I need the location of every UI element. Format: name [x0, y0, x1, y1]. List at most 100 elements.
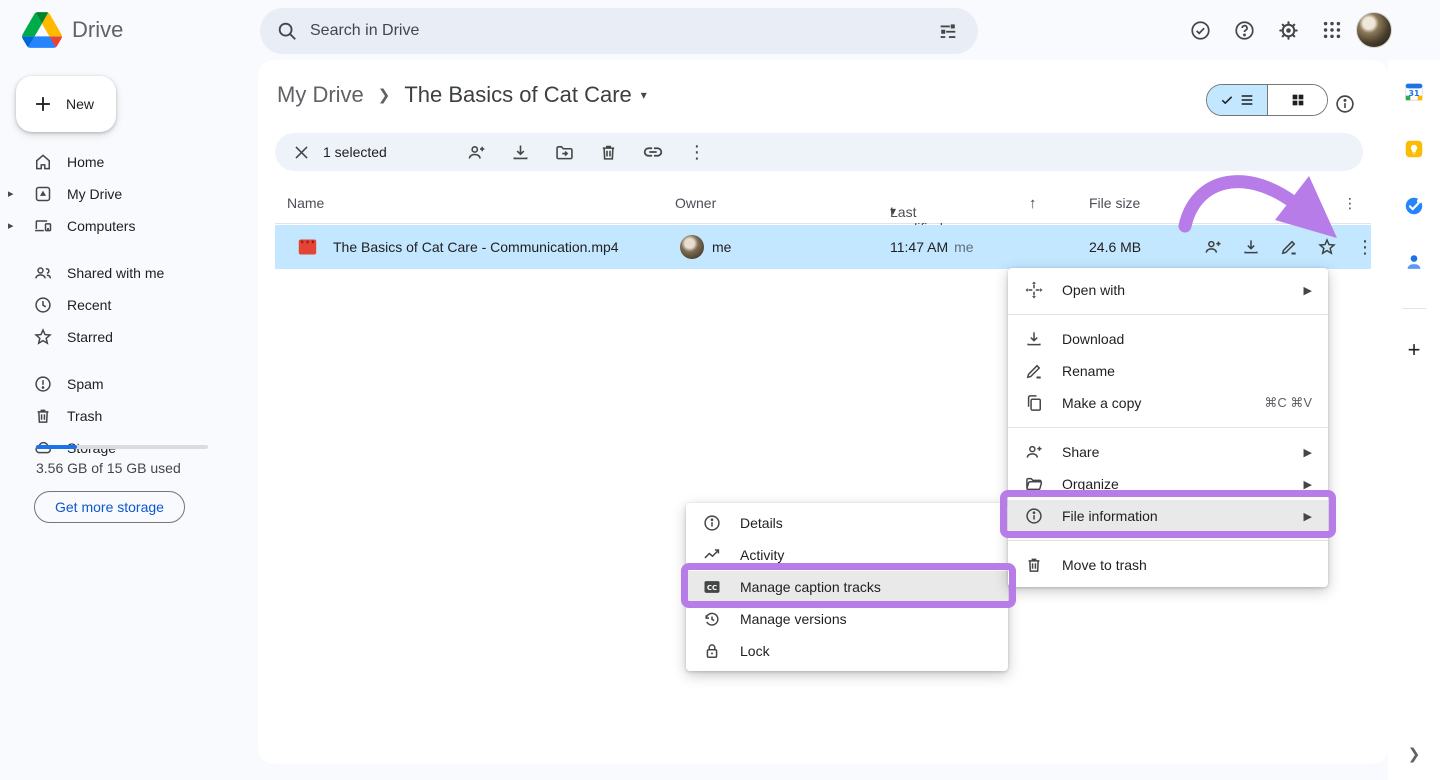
- trash-icon: [33, 406, 53, 426]
- row-hover-actions: ⋮: [1195, 229, 1383, 265]
- get-more-storage-button[interactable]: Get more storage: [34, 491, 185, 523]
- sidebar-item-shared-with-me[interactable]: Shared with me: [0, 257, 258, 289]
- search-input[interactable]: [310, 22, 928, 40]
- sidebar-item-label: Home: [67, 154, 104, 170]
- menu-item-open-with[interactable]: Open with ▶: [1008, 274, 1328, 306]
- sidebar-item-recent[interactable]: Recent: [0, 289, 258, 321]
- search-icon[interactable]: [276, 20, 298, 42]
- menu-item-rename[interactable]: Rename: [1008, 355, 1328, 387]
- file-context-menu: Open with ▶ Download Rename Make a copy …: [1008, 268, 1328, 587]
- row-star-icon[interactable]: [1309, 229, 1345, 265]
- add-apps-plus-icon[interactable]: +: [1396, 332, 1432, 368]
- move-to-folder-icon[interactable]: [547, 134, 583, 170]
- owner-label: me: [712, 239, 731, 255]
- column-filter-caret-icon: ▾: [890, 204, 896, 218]
- account-avatar[interactable]: [1356, 12, 1392, 48]
- shared-with-me-icon: [33, 263, 53, 283]
- help-icon[interactable]: [1224, 10, 1264, 50]
- sidebar-item-label: Computers: [67, 218, 135, 234]
- row-download-icon[interactable]: [1233, 229, 1269, 265]
- sidebar-item-label: Starred: [67, 329, 113, 345]
- sidebar-item-label: Shared with me: [67, 265, 164, 281]
- sidebar-item-label: My Drive: [67, 186, 122, 202]
- breadcrumb-current-folder[interactable]: The Basics of Cat Care ▾: [404, 82, 646, 108]
- file-table-header: Name Owner Last modified ▾ ↑ File size ⋮: [275, 186, 1371, 224]
- new-button[interactable]: New: [16, 76, 116, 132]
- tasks-icon[interactable]: [1396, 188, 1432, 224]
- home-icon: [33, 152, 53, 172]
- version-history-icon: [702, 609, 722, 629]
- sidebar-item-label: Recent: [67, 297, 111, 313]
- view-toggle: [1206, 84, 1328, 116]
- expand-chevron-icon[interactable]: ▸: [8, 219, 14, 232]
- copy-link-icon[interactable]: [635, 134, 671, 170]
- row-more-options-icon[interactable]: ⋮: [1347, 229, 1383, 265]
- selection-toolbar: 1 selected ⋮: [275, 133, 1363, 171]
- file-information-submenu: Details Activity CC Manage caption track…: [686, 503, 1008, 671]
- menu-item-manage-caption-tracks[interactable]: CC Manage caption tracks: [686, 571, 1008, 603]
- sidebar-item-trash[interactable]: Trash: [0, 400, 258, 432]
- sidebar-item-my-drive[interactable]: ▸ My Drive: [0, 178, 258, 210]
- search-options-icon[interactable]: [928, 11, 968, 51]
- file-name: The Basics of Cat Care - Communication.m…: [333, 239, 619, 255]
- share-add-person-icon[interactable]: [459, 134, 495, 170]
- clear-selection-icon[interactable]: [283, 134, 319, 170]
- header-more-options-icon[interactable]: ⋮: [1343, 195, 1357, 212]
- sidebar-item-starred[interactable]: Starred: [0, 321, 258, 353]
- folder-menu-caret-icon: ▾: [641, 88, 647, 102]
- star-icon: [33, 327, 53, 347]
- activity-icon: [702, 545, 722, 565]
- shortcut-label: ⌘C ⌘V: [1264, 395, 1312, 411]
- collapse-panel-chevron-icon[interactable]: ❯: [1396, 736, 1432, 772]
- sidebar-nav: Home ▸ My Drive ▸ Computers: [0, 146, 258, 464]
- column-header-name[interactable]: Name: [287, 195, 324, 211]
- file-row-selected[interactable]: The Basics of Cat Care - Communication.m…: [275, 225, 1371, 269]
- sort-direction-icon[interactable]: ↑: [1029, 195, 1037, 212]
- sidebar-item-spam[interactable]: Spam: [0, 368, 258, 400]
- keep-notes-icon[interactable]: [1396, 131, 1432, 167]
- column-header-owner[interactable]: Owner: [675, 195, 716, 211]
- menu-item-lock[interactable]: Lock: [686, 635, 1008, 667]
- top-bar: Drive: [0, 0, 1440, 60]
- breadcrumb: My Drive ❯ The Basics of Cat Care ▾: [277, 82, 647, 108]
- offline-status-icon[interactable]: [1180, 10, 1220, 50]
- google-apps-grid-icon[interactable]: [1312, 10, 1352, 50]
- menu-item-move-to-trash[interactable]: Move to trash: [1008, 549, 1328, 581]
- spam-icon: [33, 374, 53, 394]
- menu-item-share[interactable]: Share ▶: [1008, 436, 1328, 468]
- trash-icon[interactable]: [591, 134, 627, 170]
- menu-item-activity[interactable]: Activity: [686, 539, 1008, 571]
- menu-item-details[interactable]: Details: [686, 507, 1008, 539]
- settings-gear-icon[interactable]: [1268, 10, 1308, 50]
- column-header-file-size[interactable]: File size: [1089, 195, 1140, 211]
- download-icon: [1024, 329, 1044, 349]
- sidebar-item-home[interactable]: Home: [0, 146, 258, 178]
- drive-logo-block[interactable]: Drive: [22, 0, 123, 60]
- copy-icon: [1024, 393, 1044, 413]
- modified-by-label: me: [954, 239, 973, 255]
- sidebar-item-computers[interactable]: ▸ Computers: [0, 210, 258, 242]
- menu-item-download[interactable]: Download: [1008, 323, 1328, 355]
- download-icon[interactable]: [503, 134, 539, 170]
- menu-item-organize[interactable]: Organize ▶: [1008, 468, 1328, 500]
- menu-item-manage-versions[interactable]: Manage versions: [686, 603, 1008, 635]
- details-info-icon[interactable]: [1325, 84, 1365, 124]
- toolbar-more-options-icon[interactable]: ⋮: [679, 134, 715, 170]
- contacts-icon[interactable]: [1396, 244, 1432, 280]
- svg-text:CC: CC: [707, 584, 717, 592]
- menu-item-make-a-copy[interactable]: Make a copy ⌘C ⌘V: [1008, 387, 1328, 419]
- row-share-icon[interactable]: [1195, 229, 1231, 265]
- breadcrumb-my-drive[interactable]: My Drive: [277, 82, 364, 108]
- sidebar-item-label: Spam: [67, 376, 104, 392]
- video-file-icon: [298, 239, 317, 256]
- expand-chevron-icon[interactable]: ▸: [8, 187, 14, 200]
- menu-divider: [1008, 427, 1328, 428]
- new-button-label: New: [66, 96, 94, 112]
- list-view-button[interactable]: [1207, 85, 1267, 115]
- menu-item-file-information[interactable]: File information ▶: [1008, 500, 1328, 532]
- row-rename-pencil-icon[interactable]: [1271, 229, 1307, 265]
- storage-usage-text: 3.56 GB of 15 GB used: [36, 460, 181, 476]
- search-bar[interactable]: [260, 8, 978, 54]
- grid-view-button[interactable]: [1267, 85, 1327, 115]
- calendar-icon[interactable]: 31: [1396, 74, 1432, 110]
